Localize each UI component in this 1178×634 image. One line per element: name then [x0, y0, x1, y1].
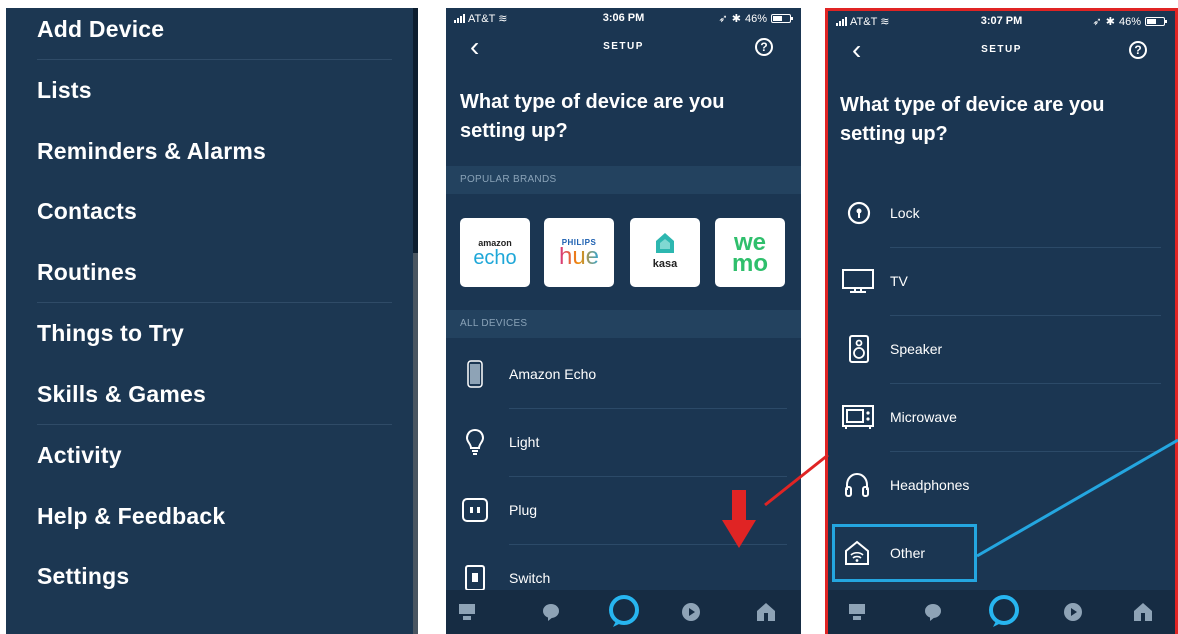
scroll-down-arrow-icon	[722, 490, 756, 548]
annotation-connector-lines	[764, 438, 1178, 558]
other-highlight-box	[832, 524, 977, 582]
